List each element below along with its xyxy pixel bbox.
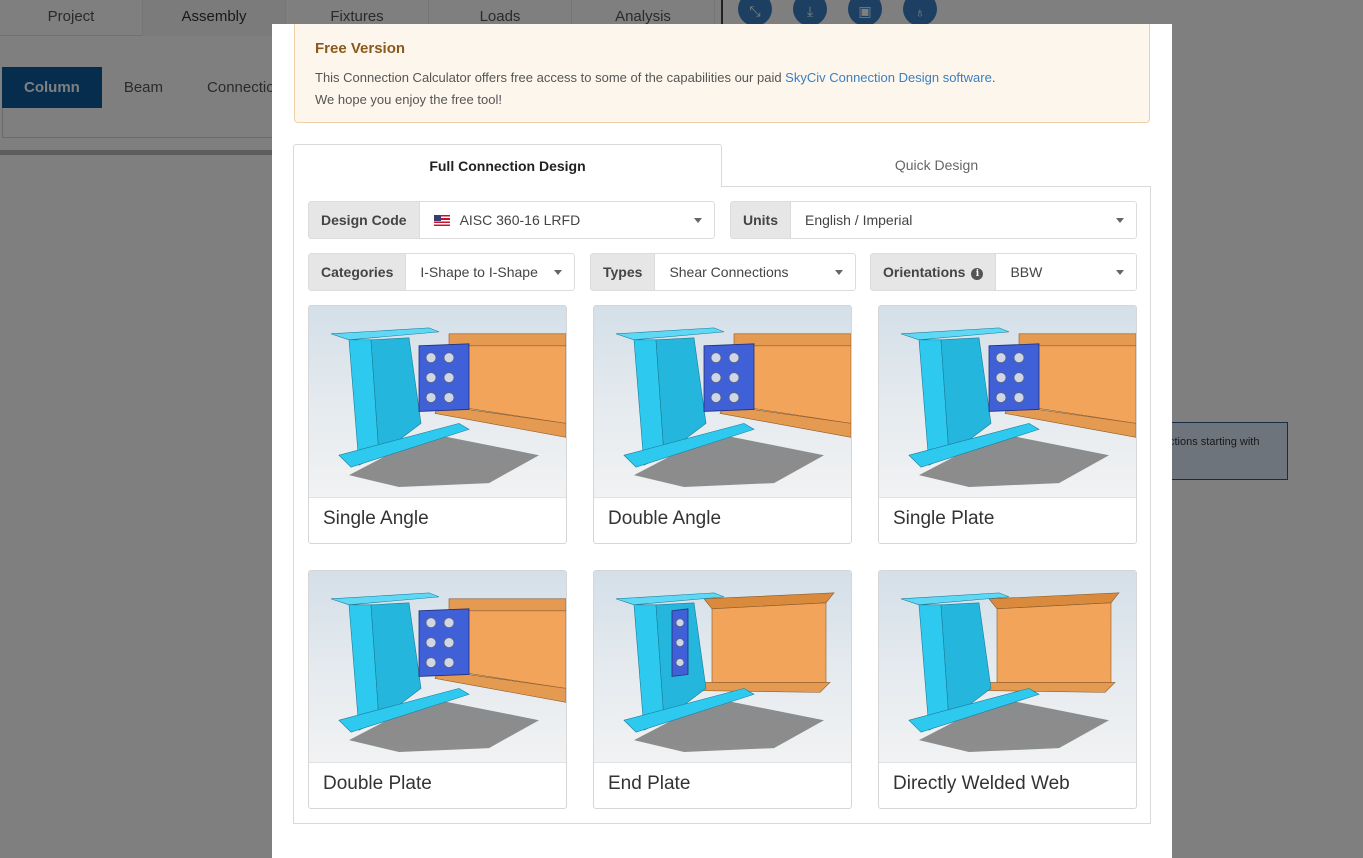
card-title: Single Angle: [323, 508, 429, 529]
connection-drawing: [615, 592, 835, 753]
categories-label: Categories: [308, 253, 406, 291]
categories-field: Categories I-Shape to I-Shape: [308, 253, 575, 291]
chevron-down-icon: [694, 218, 702, 223]
card-single-angle[interactable]: Single Angle: [308, 305, 567, 544]
chevron-down-icon: [1116, 218, 1124, 223]
connection-thumbnail: [879, 306, 1136, 498]
chevron-down-icon: [1116, 270, 1124, 275]
units-label: Units: [730, 201, 790, 239]
design-tabs: Full Connection Design Quick Design: [293, 144, 1151, 187]
types-label: Types: [590, 253, 655, 291]
design-code-field: Design Code AISC 360-16 LRFD: [308, 201, 715, 239]
design-code-value: AISC 360-16 LRFD: [459, 212, 581, 228]
connection-drawing: [330, 327, 566, 488]
free-version-line1-end: .: [991, 70, 996, 85]
connection-thumbnail: [594, 306, 851, 498]
categories-select[interactable]: I-Shape to I-Shape: [405, 253, 575, 291]
connection-thumbnail: [594, 571, 851, 763]
card-double-plate[interactable]: Double Plate: [308, 570, 567, 809]
connection-drawing: [615, 327, 851, 488]
connection-thumbnail: [879, 571, 1136, 763]
orientations-label-text: Orientations: [883, 264, 966, 280]
card-end-plate[interactable]: End Plate: [593, 570, 852, 809]
units-field: Units English / Imperial: [730, 201, 1137, 239]
categories-value: I-Shape to I-Shape: [420, 264, 538, 280]
card-double-angle[interactable]: Double Angle: [593, 305, 852, 544]
connection-thumbnail: [309, 306, 566, 498]
skyciv-link[interactable]: SkyCiv Connection Design software: [785, 70, 992, 85]
us-flag-icon: [433, 215, 450, 226]
orientations-value: BBW: [1010, 264, 1043, 280]
card-title: End Plate: [608, 773, 691, 794]
design-code-label: Design Code: [308, 201, 419, 239]
connection-templates-modal: Free Version This Connection Calculator …: [272, 24, 1172, 858]
units-value: English / Imperial: [805, 212, 913, 228]
card-title: Single Plate: [893, 508, 995, 529]
chevron-down-icon: [835, 270, 843, 275]
connection-drawing: [900, 592, 1120, 753]
connection-drawing: [330, 592, 566, 753]
card-title: Double Plate: [323, 773, 432, 794]
types-value: Shear Connections: [669, 264, 789, 280]
types-field: Types Shear Connections: [590, 253, 856, 291]
card-title: Directly Welded Web: [893, 773, 1070, 794]
connection-thumbnail: [309, 571, 566, 763]
free-version-notice: Free Version This Connection Calculator …: [294, 24, 1150, 123]
info-icon[interactable]: i: [971, 268, 984, 280]
full-design-panel: Design Code AISC 360-16 LRFD Units Engli…: [293, 186, 1151, 824]
chevron-down-icon: [554, 270, 562, 275]
types-select[interactable]: Shear Connections: [654, 253, 856, 291]
design-code-select[interactable]: AISC 360-16 LRFD: [418, 201, 715, 239]
orientations-select[interactable]: BBW: [995, 253, 1137, 291]
free-version-line1: This Connection Calculator offers free a…: [315, 70, 786, 85]
orientations-field: Orientations i BBW: [870, 253, 1137, 291]
free-version-title: Free Version: [315, 40, 406, 57]
tab-full-connection-design[interactable]: Full Connection Design: [293, 144, 722, 187]
orientations-label: Orientations i: [870, 253, 996, 291]
free-version-line2: We hope you enjoy the free tool!: [315, 92, 502, 107]
connection-drawing: [900, 327, 1136, 488]
card-title: Double Angle: [608, 508, 722, 529]
card-directly-welded-web[interactable]: Directly Welded Web: [878, 570, 1137, 809]
card-single-plate[interactable]: Single Plate: [878, 305, 1137, 544]
units-select[interactable]: English / Imperial: [790, 201, 1137, 239]
free-version-text: This Connection Calculator offers free a…: [315, 67, 1149, 111]
tab-quick-design[interactable]: Quick Design: [722, 144, 1151, 187]
